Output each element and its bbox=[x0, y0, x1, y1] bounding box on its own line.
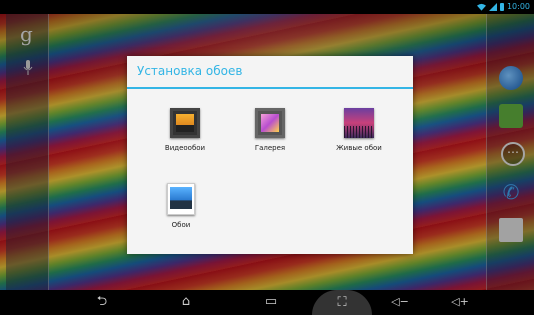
screenshot-button[interactable]: ⛶ bbox=[312, 290, 372, 315]
back-button[interactable]: ⮌ bbox=[91, 293, 113, 311]
option-video-wallpaper[interactable]: Видеообои bbox=[150, 108, 220, 152]
volume-up-button[interactable]: ◁+ bbox=[448, 293, 472, 311]
option-label: Живые обои bbox=[336, 144, 382, 152]
navigation-bar: ⮌ ⌂ ▭ ⛶ ◁− ◁+ bbox=[0, 290, 534, 315]
wallpaper-chooser-dialog: Установка обоев Видеообои Галерея Живые … bbox=[127, 56, 413, 254]
recent-apps-button[interactable]: ▭ bbox=[259, 293, 283, 311]
home-button[interactable]: ⌂ bbox=[174, 293, 198, 311]
dialog-title: Установка обоев bbox=[127, 56, 413, 89]
signal-icon bbox=[488, 2, 497, 11]
wallpapers-icon bbox=[167, 183, 195, 215]
gallery-icon bbox=[255, 108, 285, 138]
battery-icon bbox=[499, 2, 504, 11]
option-label: Видеообои bbox=[164, 144, 206, 152]
option-label: Обои bbox=[171, 221, 191, 229]
status-bar: 10:00 bbox=[0, 0, 534, 14]
screenshot-icon: ⛶ bbox=[337, 295, 347, 310]
option-live-wallpaper[interactable]: Живые обои bbox=[324, 108, 394, 152]
clock: 10:00 bbox=[506, 2, 530, 11]
live-wallpaper-icon bbox=[344, 108, 374, 138]
option-gallery[interactable]: Галерея bbox=[235, 108, 305, 152]
status-icons: 10:00 bbox=[476, 2, 530, 11]
option-label: Галерея bbox=[254, 144, 286, 152]
volume-down-button[interactable]: ◁− bbox=[389, 293, 411, 311]
wifi-icon bbox=[476, 3, 486, 11]
option-wallpapers[interactable]: Обои bbox=[146, 183, 216, 229]
video-wallpaper-icon bbox=[170, 108, 200, 138]
